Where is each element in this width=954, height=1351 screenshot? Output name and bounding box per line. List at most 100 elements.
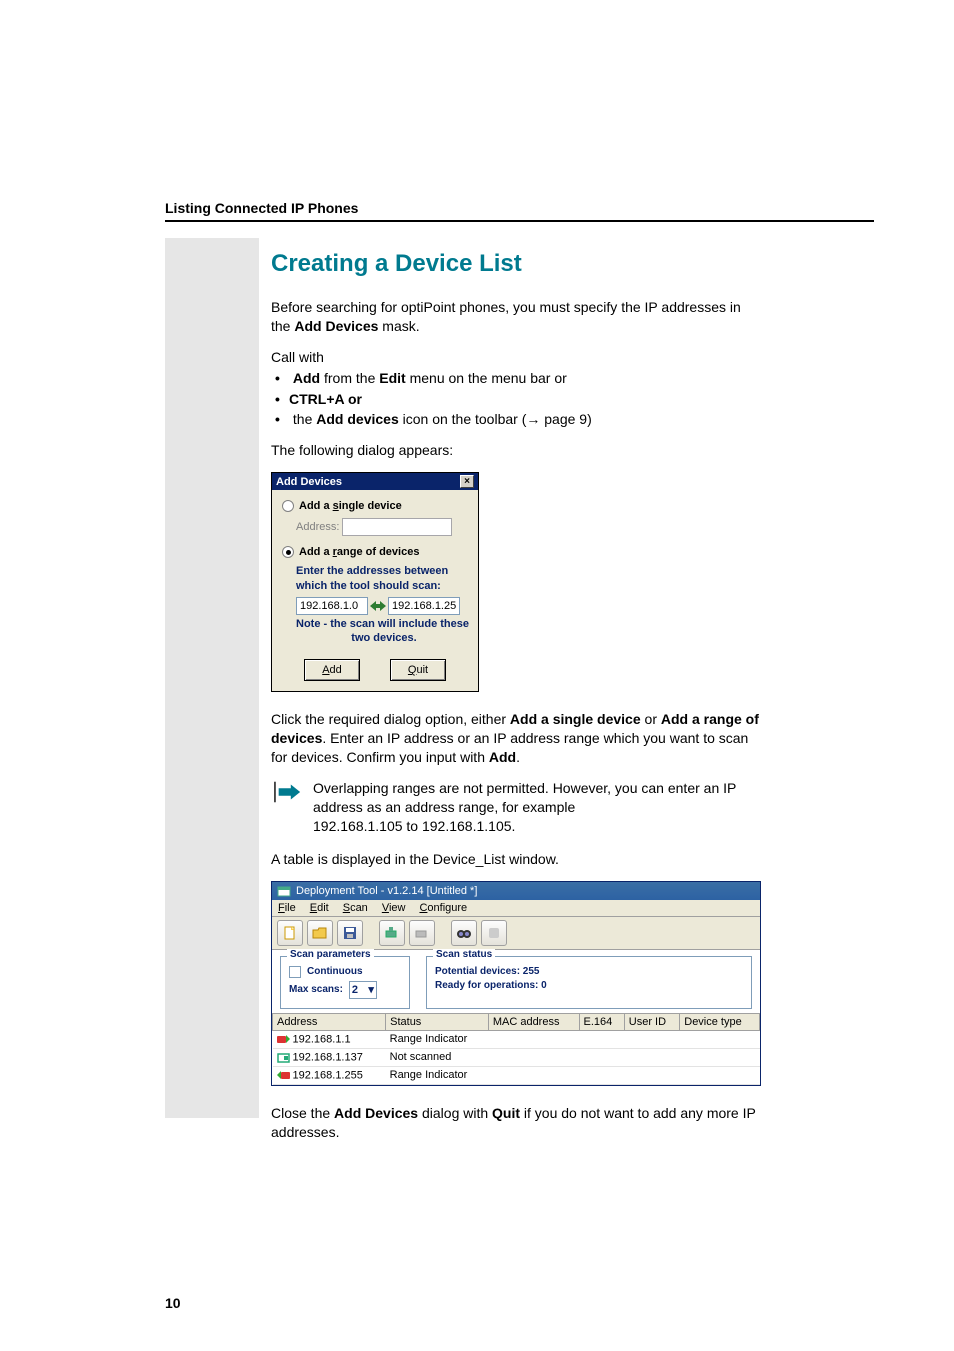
deployment-tool-window: Deployment Tool - v1.2.14 [Untitled *] F… [271, 881, 761, 1086]
list-item: the Add devices icon on the toolbar (→ p… [289, 410, 761, 429]
col-devicetype[interactable]: Device type [680, 1013, 760, 1030]
chevron-down-icon: ▾ [368, 983, 374, 996]
text: menu on the menu bar or [406, 370, 567, 386]
text-bold: Add a single device [510, 711, 641, 727]
text: dialog with [418, 1105, 492, 1121]
text: . [516, 749, 520, 765]
menu-edit[interactable]: Edit [310, 902, 329, 914]
margin-bar [165, 238, 259, 1118]
table-row[interactable]: 192.168.1.137 Not scanned [273, 1048, 760, 1066]
quit-button[interactable]: Quit [390, 659, 446, 681]
range-to-input[interactable] [388, 597, 460, 615]
group-legend: Scan parameters [287, 949, 374, 960]
range-note: two devices. [296, 631, 472, 645]
add-button[interactable]: Add [304, 659, 360, 681]
menu-configure[interactable]: Configure [419, 902, 467, 914]
menu-file[interactable]: File [278, 902, 296, 914]
range-end-icon [277, 1069, 290, 1082]
max-scans-select[interactable]: 2▾ [349, 981, 377, 999]
new-file-icon[interactable] [277, 920, 303, 946]
address-input[interactable] [342, 518, 452, 536]
radio-single-device[interactable]: Add a single device [282, 500, 472, 512]
text-bold: Add Devices [334, 1105, 418, 1121]
table-row[interactable]: 192.168.1.1 Range Indicator [273, 1030, 760, 1048]
cell-address: 192.168.1.1 [293, 1033, 351, 1045]
radio-icon[interactable] [282, 500, 294, 512]
continuous-checkbox[interactable]: Continuous [289, 966, 401, 978]
cell-address: 192.168.1.137 [293, 1051, 363, 1063]
col-address[interactable]: Address [273, 1013, 386, 1030]
running-header: Listing Connected IP Phones [165, 200, 874, 216]
menubar: File Edit Scan View Configure [272, 900, 760, 917]
text-bold: Edit [379, 370, 405, 386]
intro-paragraph: Before searching for optiPoint phones, y… [271, 298, 761, 336]
range-note: Note - the scan will include these [296, 617, 472, 631]
dialog-titlebar: Add Devices × [272, 473, 478, 490]
dialog-title-text: Add Devices [276, 476, 342, 488]
text-bold: Add devices [316, 411, 398, 427]
window-title: Deployment Tool - v1.2.14 [Untitled *] [296, 885, 477, 897]
call-with-list: Add from the Edit menu on the menu bar o… [289, 369, 761, 430]
table-row[interactable]: 192.168.1.255 Range Indicator [273, 1066, 760, 1084]
ready-operations: Ready for operations: 0 [435, 980, 743, 991]
add-devices-icon[interactable] [379, 920, 405, 946]
text: Click the required dialog option, either [271, 711, 510, 727]
paragraph: Click the required dialog option, either… [271, 710, 761, 767]
text-bold: Add a range of devices [299, 546, 419, 558]
checkbox-icon[interactable] [289, 966, 301, 978]
cell-status: Range Indicator [386, 1066, 489, 1084]
text-bold: Add Devices [294, 318, 378, 334]
table-header-row: Address Status MAC address E.164 User ID… [273, 1013, 760, 1030]
col-mac[interactable]: MAC address [488, 1013, 579, 1030]
toolbar [272, 917, 760, 950]
save-icon[interactable] [337, 920, 363, 946]
select-value: 2 [352, 984, 358, 996]
text-bold: Add a single device [299, 500, 402, 512]
note-text: 192.168.1.105 to 192.168.1.105. [313, 818, 515, 834]
text: or [641, 711, 661, 727]
scan-status-group: Scan status Potential devices: 255 Ready… [426, 956, 752, 1009]
range-start-icon [277, 1033, 290, 1046]
text: page 9) [540, 411, 591, 427]
text-bold: CTRL+A or [289, 391, 362, 407]
range-instruction: which the tool should scan: [296, 579, 472, 593]
close-icon[interactable]: × [460, 475, 474, 488]
note-arrow-icon [271, 779, 305, 836]
add-devices-dialog: Add Devices × Add a single device Addres… [271, 472, 479, 692]
menu-scan[interactable]: Scan [343, 902, 368, 914]
address-label: Address: [296, 521, 339, 533]
open-folder-icon[interactable] [307, 920, 333, 946]
binoculars-icon[interactable] [451, 920, 477, 946]
cell-status: Range Indicator [386, 1030, 489, 1048]
col-e164[interactable]: E.164 [579, 1013, 624, 1030]
scan-parameters-group: Scan parameters Continuous Max scans: 2▾ [280, 956, 410, 1009]
col-userid[interactable]: User ID [624, 1013, 679, 1030]
radio-label: Add a single device [299, 500, 402, 512]
dialog-caption: The following dialog appears: [271, 441, 761, 460]
radio-label: Add a range of devices [299, 546, 419, 558]
single-address-row: Address: [296, 518, 472, 536]
app-icon [277, 884, 291, 898]
text: Close the [271, 1105, 334, 1121]
remove-devices-icon[interactable] [409, 920, 435, 946]
radio-range-devices[interactable]: Add a range of devices [282, 546, 472, 558]
cell-status: Not scanned [386, 1048, 489, 1066]
menu-view[interactable]: View [382, 902, 406, 914]
col-status[interactable]: Status [386, 1013, 489, 1030]
note-text: Overlapping ranges are not permitted. Ho… [313, 780, 736, 815]
radio-icon[interactable] [282, 546, 294, 558]
double-arrow-icon [370, 598, 386, 614]
range-from-input[interactable] [296, 597, 368, 615]
range-inputs [296, 597, 472, 615]
group-legend: Scan status [433, 949, 495, 960]
stop-icon[interactable] [481, 920, 507, 946]
device-list-table: Address Status MAC address E.164 User ID… [272, 1013, 760, 1085]
text-bold: Quit [492, 1105, 520, 1121]
text: the [293, 411, 316, 427]
closing-paragraph: Close the Add Devices dialog with Quit i… [271, 1104, 761, 1142]
checkbox-label: Continuous [307, 966, 363, 977]
window-titlebar: Deployment Tool - v1.2.14 [Untitled *] [272, 882, 760, 900]
max-scans-label: Max scans: [289, 984, 343, 995]
device-icon [277, 1051, 290, 1064]
text-bold: Add [489, 749, 516, 765]
